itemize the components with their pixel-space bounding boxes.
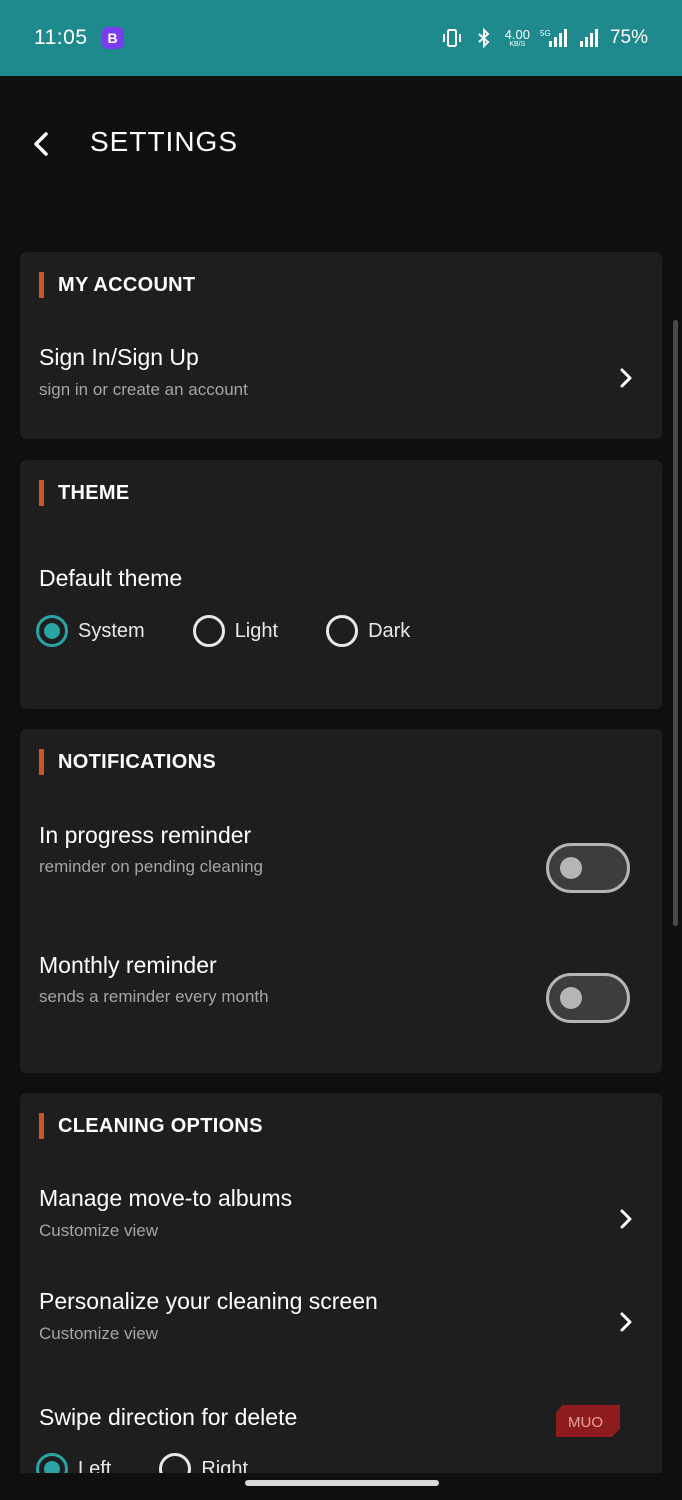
section-header: MY ACCOUNT bbox=[39, 272, 195, 298]
in-progress-reminder-toggle[interactable] bbox=[546, 843, 630, 893]
radio-unselected-icon bbox=[326, 615, 359, 647]
row-subtitle: sends a reminder every month bbox=[39, 987, 269, 1006]
section-header: NOTIFICATIONS bbox=[39, 749, 216, 775]
section-header: CLEANING OPTIONS bbox=[39, 1113, 263, 1139]
row-title: In progress reminder bbox=[39, 822, 252, 848]
chevron-right-icon bbox=[615, 364, 637, 392]
section-title: THEME bbox=[58, 481, 130, 504]
monthly-reminder-toggle[interactable] bbox=[546, 973, 630, 1023]
page-title: SETTINGS bbox=[90, 126, 239, 157]
manage-albums-row[interactable]: Manage move-to albums Customize view bbox=[20, 1183, 662, 1263]
theme-radio-group: System Light Dark bbox=[36, 615, 458, 647]
status-bar: 11:05 B 4.00 KB/S 5G 75% bbox=[0, 0, 682, 76]
swipe-option-left[interactable]: Left bbox=[36, 1453, 111, 1473]
default-theme-label: Default theme bbox=[39, 565, 183, 591]
vibrate-icon bbox=[441, 27, 463, 49]
chevron-right-icon bbox=[615, 1205, 637, 1233]
row-subtitle: sign in or create an account bbox=[39, 380, 248, 399]
in-progress-reminder-row: In progress reminder reminder on pending… bbox=[20, 819, 662, 919]
account-section: MY ACCOUNT Sign In/Sign Up sign in or cr… bbox=[20, 252, 662, 439]
theme-section: THEME Default theme System Light Dark bbox=[20, 460, 662, 709]
app-bar: SETTINGS bbox=[0, 76, 682, 212]
section-accent-bar bbox=[39, 272, 44, 298]
row-subtitle: Customize view bbox=[39, 1221, 159, 1240]
back-button[interactable] bbox=[26, 126, 56, 162]
battery-level: 75% bbox=[609, 27, 648, 48]
section-accent-bar bbox=[39, 749, 44, 775]
radio-label: Dark bbox=[368, 619, 411, 642]
toggle-knob bbox=[560, 987, 582, 1009]
row-title: Sign In/Sign Up bbox=[39, 344, 199, 370]
row-title: Manage move-to albums bbox=[39, 1185, 293, 1211]
monthly-reminder-row: Monthly reminder sends a reminder every … bbox=[20, 949, 662, 1049]
app-notification-icon: B bbox=[101, 27, 124, 49]
section-title: MY ACCOUNT bbox=[58, 273, 196, 296]
chevron-left-icon bbox=[34, 132, 48, 156]
sign-in-row[interactable]: Sign In/Sign Up sign in or create an acc… bbox=[20, 332, 662, 422]
signal-icon bbox=[578, 27, 600, 49]
radio-label: Left bbox=[78, 1457, 112, 1474]
section-title: CLEANING OPTIONS bbox=[58, 1114, 263, 1137]
5g-signal-icon: 5G bbox=[540, 27, 568, 49]
personalize-screen-row[interactable]: Personalize your cleaning screen Customi… bbox=[20, 1286, 662, 1366]
row-title: Monthly reminder bbox=[39, 952, 217, 978]
network-speed: 4.00 KB/S bbox=[504, 27, 530, 48]
theme-option-system[interactable]: System bbox=[36, 615, 145, 647]
notifications-section: NOTIFICATIONS In progress reminder remin… bbox=[20, 729, 662, 1073]
home-indicator[interactable] bbox=[245, 1480, 439, 1486]
row-subtitle: reminder on pending cleaning bbox=[39, 857, 263, 876]
section-accent-bar bbox=[39, 1113, 44, 1139]
section-accent-bar bbox=[39, 480, 44, 506]
radio-selected-icon bbox=[36, 1453, 68, 1473]
section-header: THEME bbox=[39, 480, 130, 506]
status-time: 11:05 bbox=[34, 26, 88, 49]
row-subtitle: Customize view bbox=[39, 1324, 159, 1343]
swipe-radio-group: Left Right bbox=[36, 1453, 296, 1473]
radio-selected-icon bbox=[36, 615, 68, 647]
radio-label: Light bbox=[234, 619, 279, 642]
radio-unselected-icon bbox=[159, 1453, 192, 1473]
muo-watermark-logo: MUO bbox=[556, 1405, 620, 1437]
section-title: NOTIFICATIONS bbox=[58, 750, 216, 773]
svg-text:MUO: MUO bbox=[568, 1414, 603, 1431]
swipe-direction-label: Swipe direction for delete bbox=[39, 1404, 298, 1430]
theme-option-light[interactable]: Light bbox=[192, 615, 279, 647]
network-type-label: 5G bbox=[540, 29, 551, 38]
radio-label: System bbox=[78, 619, 145, 642]
scrollbar[interactable] bbox=[673, 320, 678, 926]
radio-unselected-icon bbox=[192, 615, 225, 647]
bluetooth-icon bbox=[473, 27, 495, 49]
chevron-right-icon bbox=[615, 1308, 637, 1336]
swipe-option-right[interactable]: Right bbox=[159, 1453, 248, 1473]
row-title: Personalize your cleaning screen bbox=[39, 1288, 378, 1314]
toggle-knob bbox=[560, 857, 582, 879]
theme-option-dark[interactable]: Dark bbox=[326, 615, 410, 647]
radio-label: Right bbox=[201, 1457, 249, 1474]
